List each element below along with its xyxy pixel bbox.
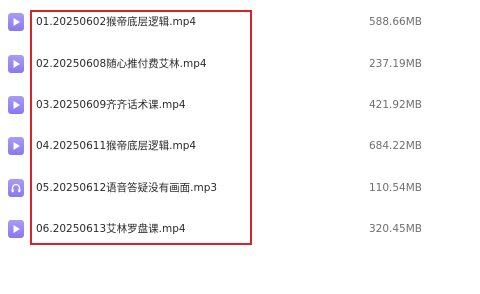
file-size: 421.92MB: [369, 99, 423, 111]
video-file-icon: [8, 55, 24, 73]
file-size: 320.45MB: [369, 223, 423, 235]
file-name[interactable]: 03.20250609齐齐话术课.mp4: [36, 97, 186, 113]
file-name[interactable]: 05.20250612语音答疑没有画面.mp3: [36, 180, 217, 196]
video-file-icon: [8, 137, 24, 155]
file-size: 237.19MB: [369, 58, 423, 70]
file-row[interactable]: 04.20250611猴帝底层逻辑.mp4 684.22MB: [0, 133, 480, 163]
video-file-icon: [8, 13, 24, 31]
file-row[interactable]: 05.20250612语音答疑没有画面.mp3 110.54MB: [0, 175, 480, 205]
file-name[interactable]: 01.20250602猴帝底层逻辑.mp4: [36, 14, 196, 30]
file-list: 01.20250602猴帝底层逻辑.mp4 588.66MB 02.202506…: [0, 0, 480, 294]
file-size: 684.22MB: [369, 140, 423, 152]
file-row[interactable]: 03.20250609齐齐话术课.mp4 421.92MB: [0, 92, 480, 122]
file-row[interactable]: 01.20250602猴帝底层逻辑.mp4 588.66MB: [0, 9, 480, 39]
file-name[interactable]: 02.20250608随心推付费艾林.mp4: [36, 56, 207, 72]
video-file-icon: [8, 220, 24, 238]
audio-file-icon: [8, 179, 24, 197]
file-name[interactable]: 04.20250611猴帝底层逻辑.mp4: [36, 138, 196, 154]
file-row[interactable]: 06.20250613艾林罗盘课.mp4 320.45MB: [0, 216, 480, 246]
file-size: 110.54MB: [369, 182, 423, 194]
video-file-icon: [8, 96, 24, 114]
highlight-box: [30, 10, 252, 245]
file-name[interactable]: 06.20250613艾林罗盘课.mp4: [36, 221, 186, 237]
file-row[interactable]: 02.20250608随心推付费艾林.mp4 237.19MB: [0, 51, 480, 81]
file-size: 588.66MB: [369, 16, 423, 28]
